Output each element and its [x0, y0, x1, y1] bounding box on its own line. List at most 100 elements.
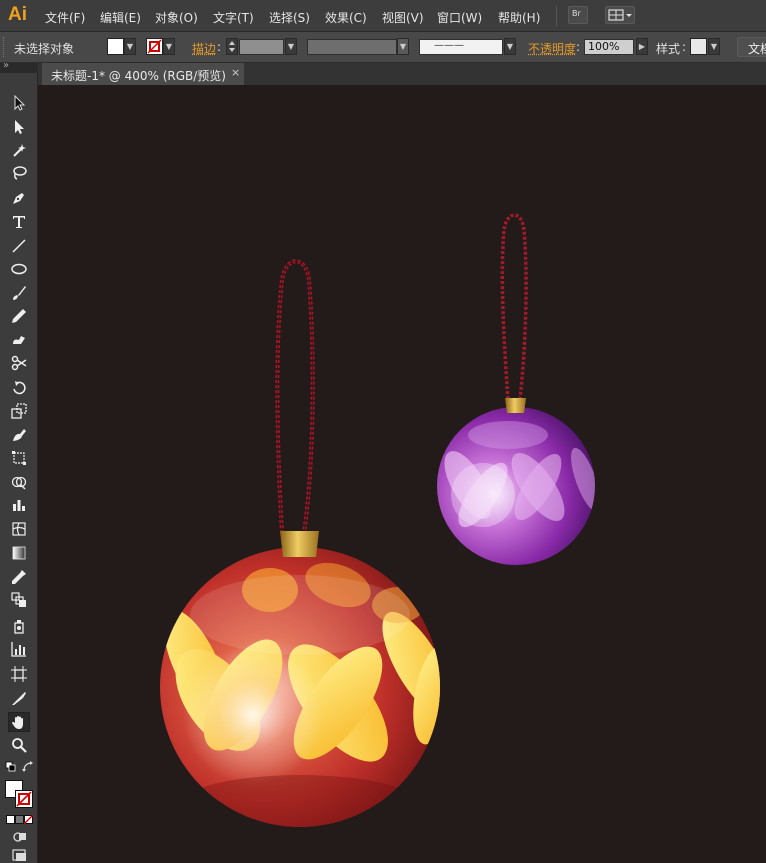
- lasso-tool[interactable]: [8, 163, 30, 183]
- pen-tool[interactable]: [8, 188, 30, 208]
- stroke-weight-dropdown[interactable]: ▼: [285, 38, 297, 55]
- brush-stroke-preview: ———: [434, 40, 464, 51]
- graphic-style-dropdown[interactable]: ▼: [708, 38, 720, 55]
- ai-logo: Ai: [8, 4, 27, 26]
- zoom-tool[interactable]: [8, 735, 30, 755]
- grip-handle[interactable]: [3, 37, 7, 57]
- opacity-input[interactable]: 100%: [584, 39, 634, 55]
- warp-tool[interactable]: [8, 425, 30, 445]
- brush-definition[interactable]: ———: [419, 39, 503, 55]
- stroke-weight-input[interactable]: [239, 39, 284, 55]
- rotate-tool[interactable]: [8, 378, 30, 398]
- menu-view[interactable]: 视图(V): [382, 9, 424, 26]
- menu-effect[interactable]: 效果(C): [325, 9, 367, 26]
- scissors-icon: [11, 355, 27, 371]
- graphic-style-swatch[interactable]: [690, 38, 707, 55]
- none-mode-button[interactable]: [24, 815, 33, 824]
- arrange-documents-button[interactable]: [605, 6, 635, 24]
- line-segment-tool[interactable]: [8, 236, 30, 256]
- opacity-dropdown[interactable]: ▶: [636, 38, 648, 55]
- menu-help[interactable]: 帮助(H): [498, 9, 540, 26]
- type-tool[interactable]: [8, 212, 30, 232]
- ornament-artwork: [38, 85, 766, 863]
- menu-edit[interactable]: 编辑(E): [100, 9, 141, 26]
- spray-can-icon: [11, 618, 27, 634]
- document-tab[interactable]: 未标题-1* @ 400% (RGB/预览) ×: [42, 63, 244, 85]
- free-transform-tool[interactable]: [8, 448, 30, 468]
- fill-dropdown[interactable]: ▼: [124, 38, 136, 55]
- stroke-color-box[interactable]: [15, 790, 33, 808]
- document-setup-button[interactable]: 文档: [737, 37, 766, 57]
- shape-builder-icon: [11, 474, 27, 490]
- menu-file[interactable]: 文件(F): [45, 9, 85, 26]
- eyedropper-icon: [11, 569, 27, 585]
- gradient-mode-button[interactable]: [15, 815, 24, 824]
- default-colors-icon[interactable]: [5, 761, 17, 773]
- stroke-weight-stepper[interactable]: [226, 38, 238, 55]
- artboard-icon: [11, 666, 27, 682]
- gradient-tool[interactable]: [8, 543, 30, 563]
- rotate-icon: [11, 380, 27, 396]
- blob-brush-icon: [11, 332, 27, 348]
- stroke-colon: :: [217, 40, 221, 54]
- stroke-swatch[interactable]: [146, 38, 163, 55]
- scissors-tool[interactable]: [8, 353, 30, 373]
- magnifier-icon: [11, 737, 27, 753]
- purple-ornament: [435, 215, 607, 565]
- stroke-label[interactable]: 描边: [192, 40, 216, 57]
- direct-arrow-icon: [11, 119, 27, 135]
- drawing-mode-icon[interactable]: [12, 830, 28, 844]
- graph-tool[interactable]: [8, 639, 30, 659]
- blend-tool[interactable]: [8, 590, 30, 610]
- bridge-button[interactable]: Br: [568, 6, 588, 24]
- screen-mode-icon[interactable]: [12, 849, 28, 861]
- close-tab-button[interactable]: ×: [231, 66, 240, 79]
- hand-tool[interactable]: [8, 712, 30, 732]
- variable-width-profile[interactable]: [307, 39, 397, 55]
- slice-tool[interactable]: [8, 688, 30, 708]
- gradient-icon: [11, 545, 27, 561]
- selection-tool[interactable]: [8, 93, 30, 113]
- menu-window[interactable]: 窗口(W): [437, 9, 482, 26]
- shape-builder-tool[interactable]: [8, 472, 30, 492]
- artboard-tool[interactable]: [8, 664, 30, 684]
- ellipse-tool[interactable]: [8, 259, 30, 279]
- paintbrush-tool[interactable]: [8, 283, 30, 303]
- fill-swatch[interactable]: [107, 38, 124, 55]
- symbol-sprayer-tool[interactable]: [8, 616, 30, 636]
- line-icon: [11, 238, 27, 254]
- arrow-icon: [11, 95, 27, 111]
- magic-wand-tool[interactable]: [8, 140, 30, 160]
- control-bar: 未选择对象 ▼ ▼ 描边 : ▼ ▼ ——— ▼ 不透明度 : 100% ▶ 样…: [0, 32, 766, 63]
- bridge-label: Br: [572, 9, 581, 18]
- opacity-value: 100%: [588, 40, 619, 53]
- menu-select[interactable]: 选择(S): [269, 9, 310, 26]
- direct-selection-tool[interactable]: [8, 117, 30, 137]
- brush-dropdown[interactable]: ▼: [504, 38, 516, 55]
- lasso-icon: [11, 165, 27, 181]
- menu-object[interactable]: 对象(O): [155, 9, 198, 26]
- stroke-dropdown[interactable]: ▼: [163, 38, 175, 55]
- eyedropper-tool[interactable]: [8, 567, 30, 587]
- mesh-tool[interactable]: [8, 519, 30, 539]
- pencil-tool[interactable]: [8, 306, 30, 326]
- tools-panel: [0, 73, 38, 863]
- type-t-icon: [11, 214, 27, 230]
- variable-width-dropdown[interactable]: ▼: [397, 38, 409, 55]
- menu-type[interactable]: 文字(T): [213, 9, 254, 26]
- color-mode-button[interactable]: [6, 815, 15, 824]
- style-label: 样式: [656, 40, 680, 57]
- warp-hand-icon: [11, 427, 27, 443]
- blob-brush-tool[interactable]: [8, 330, 30, 350]
- artboard-canvas[interactable]: [38, 85, 766, 863]
- menu-divider: [556, 6, 557, 26]
- swap-fill-stroke-icon[interactable]: [22, 761, 34, 773]
- brush-icon: [11, 285, 27, 301]
- opacity-label[interactable]: 不透明度: [528, 40, 576, 57]
- scale-tool[interactable]: [8, 401, 30, 421]
- stepper-arrows-icon: [227, 39, 237, 54]
- hand-icon: [11, 714, 27, 730]
- column-graph-tool[interactable]: [8, 495, 30, 515]
- mesh-icon: [11, 521, 27, 537]
- collapse-toolbar-button[interactable]: »: [3, 60, 9, 71]
